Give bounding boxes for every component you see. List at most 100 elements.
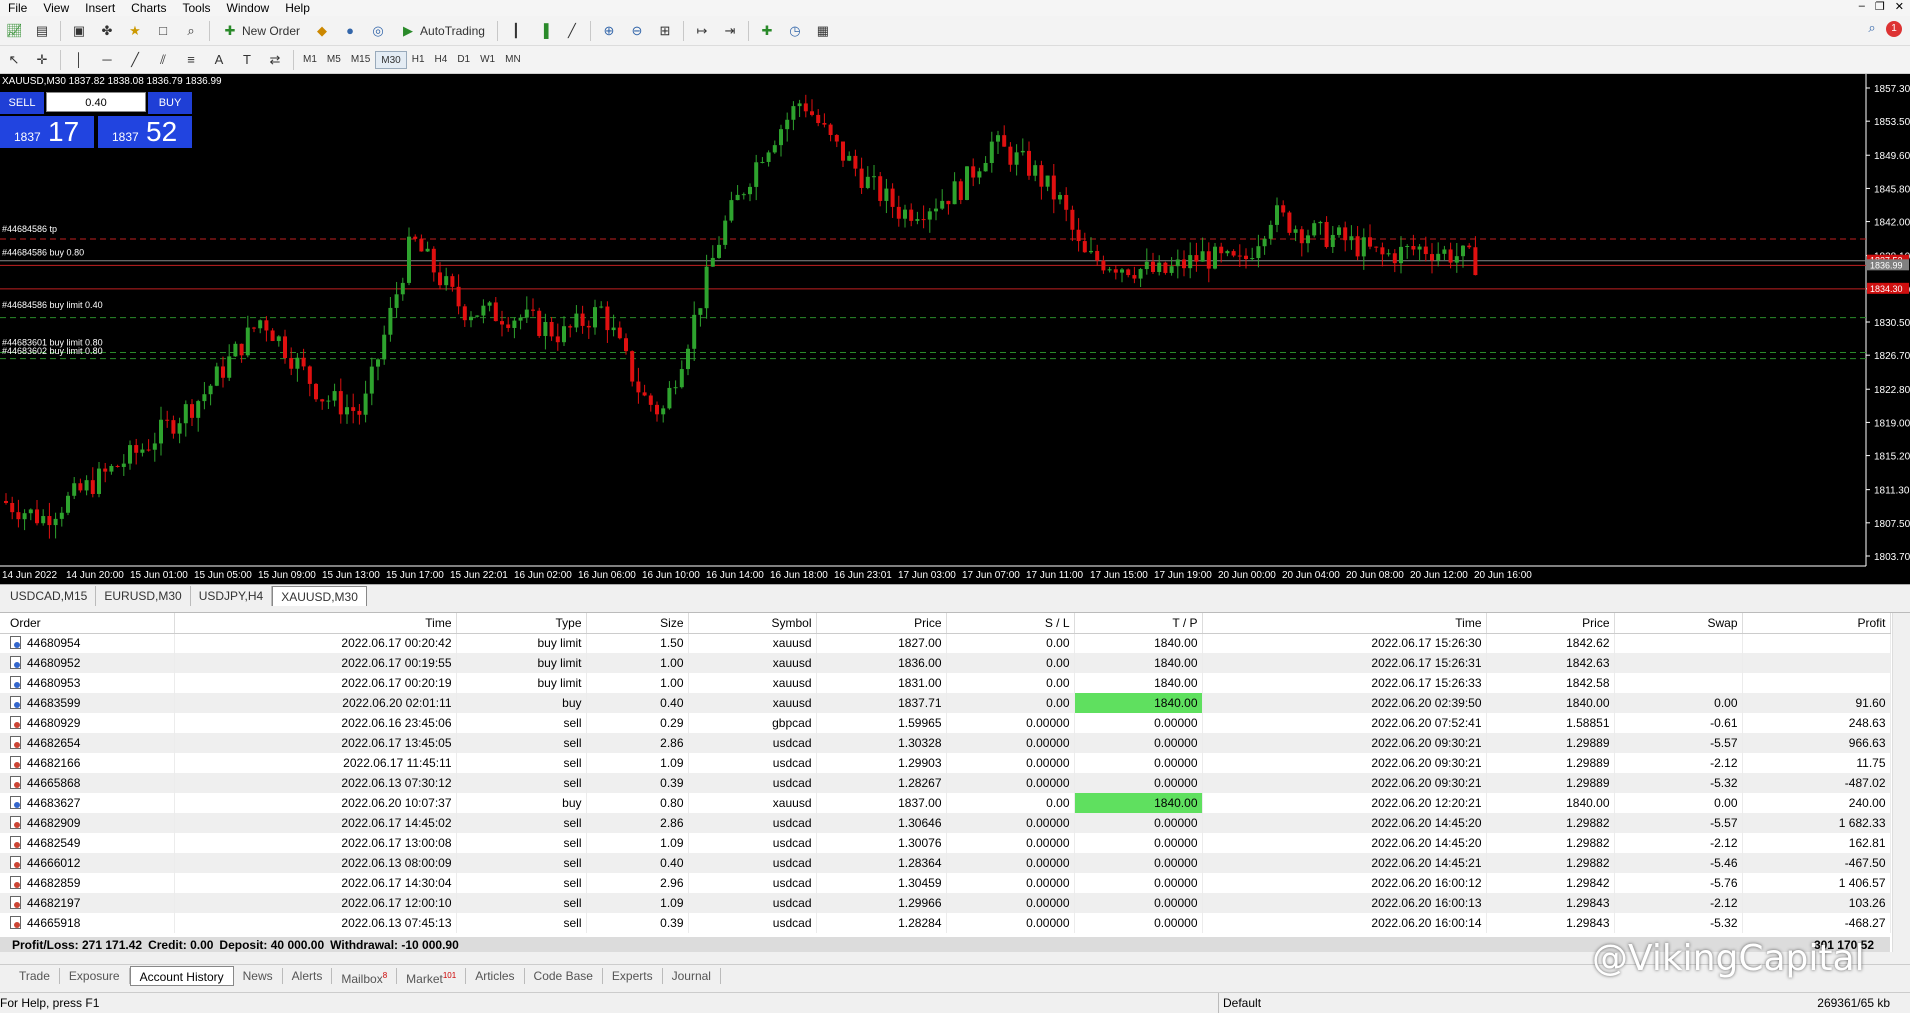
column-header[interactable]: Price bbox=[1486, 613, 1615, 634]
periods-icon[interactable]: ◷ bbox=[783, 20, 807, 42]
column-header[interactable]: Order bbox=[0, 613, 175, 634]
menu-charts[interactable]: Charts bbox=[123, 0, 174, 16]
timeframe-h4[interactable]: H4 bbox=[430, 51, 453, 69]
line-chart-icon[interactable]: ╱ bbox=[560, 20, 584, 42]
table-row[interactable]: 44682859 2022.06.17 14:30:04 sell 2.96 usdca… bbox=[0, 873, 1891, 893]
lot-size-input[interactable]: 0.40 bbox=[46, 92, 146, 112]
menu-view[interactable]: View bbox=[35, 0, 77, 16]
signals-icon[interactable]: ● bbox=[338, 20, 362, 42]
table-row[interactable]: 44682166 2022.06.17 11:45:11 sell 1.09 usdca… bbox=[0, 753, 1891, 773]
zoom-in-icon[interactable]: ⊕ bbox=[597, 20, 621, 42]
bid-price[interactable]: 1837 17 bbox=[0, 116, 94, 148]
column-header[interactable]: Profit bbox=[1742, 613, 1891, 634]
buy-button[interactable]: BUY bbox=[148, 92, 192, 114]
table-row[interactable]: 44680952 2022.06.17 00:19:55 buy limit 1.00… bbox=[0, 653, 1891, 673]
timeframe-w1[interactable]: W1 bbox=[475, 51, 500, 69]
chart-shift-icon[interactable]: ⇥ bbox=[718, 20, 742, 42]
fibonacci-icon[interactable]: ≡ bbox=[179, 49, 203, 71]
timeframe-mn[interactable]: MN bbox=[500, 51, 526, 69]
timeframe-d1[interactable]: D1 bbox=[452, 51, 475, 69]
table-row[interactable]: 44683599 2022.06.20 02:01:11 buy 0.40 xauusd… bbox=[0, 693, 1891, 713]
table-row[interactable]: 44683627 2022.06.20 10:07:37 buy 0.80 xauusd… bbox=[0, 793, 1891, 813]
price-chart[interactable]: 1857.301853.501849.601845.801842.001838.… bbox=[0, 74, 1910, 584]
chart-tab[interactable]: EURUSD,M30 bbox=[96, 586, 191, 606]
timeframe-m5[interactable]: M5 bbox=[322, 51, 346, 69]
ask-price[interactable]: 1837 52 bbox=[98, 116, 192, 148]
table-row[interactable]: 44682654 2022.06.17 13:45:05 sell 2.86 usdca… bbox=[0, 733, 1891, 753]
new-chart-icon[interactable]: 📈︎ bbox=[2, 20, 26, 42]
trendline-icon[interactable]: ╱ bbox=[123, 49, 147, 71]
column-header[interactable]: Swap bbox=[1614, 613, 1743, 634]
arrows-icon[interactable]: ⇄ bbox=[263, 49, 287, 71]
timeframe-m1[interactable]: M1 bbox=[298, 51, 322, 69]
column-header[interactable]: Size bbox=[586, 613, 689, 634]
column-header[interactable]: Type bbox=[456, 613, 587, 634]
terminal-tab-news[interactable]: News bbox=[234, 967, 283, 984]
market-watch-icon[interactable]: ▣ bbox=[67, 20, 91, 42]
column-header[interactable]: Time bbox=[174, 613, 457, 634]
timeframe-m30[interactable]: M30 bbox=[375, 50, 407, 69]
notifications-icon[interactable]: 1 bbox=[1886, 20, 1902, 37]
table-row[interactable]: 44665918 2022.06.13 07:45:13 sell 0.39 usdca… bbox=[0, 913, 1891, 933]
terminal-tab-journal[interactable]: Journal bbox=[663, 967, 721, 984]
strategy-tester-icon[interactable]: ⌕ bbox=[179, 20, 203, 42]
column-header[interactable]: Price bbox=[816, 613, 947, 634]
horizontal-line-icon[interactable]: ─ bbox=[95, 49, 119, 71]
indicators-icon[interactable]: ✚ bbox=[755, 20, 779, 42]
chart-tab[interactable]: USDJPY,H4 bbox=[191, 586, 273, 606]
new-order-button[interactable]: ✚ New Order bbox=[216, 20, 306, 42]
column-header[interactable]: Symbol bbox=[688, 613, 817, 634]
zoom-out-icon[interactable]: ⊖ bbox=[625, 20, 649, 42]
terminal-tab-account-history[interactable]: Account History bbox=[129, 965, 234, 986]
chart-tab[interactable]: XAUUSD,M30 bbox=[272, 586, 367, 606]
column-header[interactable]: S / L bbox=[946, 613, 1075, 634]
autotrading-button[interactable]: ▶ AutoTrading bbox=[394, 20, 491, 42]
terminal-tab-articles[interactable]: Articles bbox=[466, 967, 525, 984]
candlesticks-icon[interactable]: ▐ bbox=[532, 20, 556, 42]
data-window-icon[interactable]: ✤ bbox=[95, 20, 119, 42]
vertical-line-icon[interactable]: │ bbox=[67, 49, 91, 71]
navigator-icon[interactable]: ★ bbox=[123, 20, 147, 42]
column-header[interactable]: T / P bbox=[1074, 613, 1203, 634]
column-header[interactable]: Time bbox=[1202, 613, 1487, 634]
terminal-tab-exposure[interactable]: Exposure bbox=[60, 967, 130, 984]
table-row[interactable]: 44682197 2022.06.17 12:00:10 sell 1.09 usdca… bbox=[0, 893, 1891, 913]
terminal-tab-alerts[interactable]: Alerts bbox=[283, 967, 333, 984]
terminal-tab-market[interactable]: Market101 bbox=[397, 967, 467, 986]
crosshair-icon[interactable]: ✛ bbox=[30, 49, 54, 71]
table-row[interactable]: 44680929 2022.06.16 23:45:06 sell 0.29 gbpca… bbox=[0, 713, 1891, 733]
menu-window[interactable]: Window bbox=[219, 0, 278, 16]
timeframe-m15[interactable]: M15 bbox=[346, 51, 375, 69]
timeframe-h1[interactable]: H1 bbox=[407, 51, 430, 69]
cursor-icon[interactable]: ↖ bbox=[2, 49, 26, 71]
text-label-icon[interactable]: T bbox=[235, 49, 259, 71]
metaeditor-icon[interactable]: ◆ bbox=[310, 20, 334, 42]
table-row[interactable]: 44680953 2022.06.17 00:20:19 buy limit 1.00… bbox=[0, 673, 1891, 693]
sell-button[interactable]: SELL bbox=[0, 92, 44, 114]
templates-icon[interactable]: ▦ bbox=[811, 20, 835, 42]
channel-icon[interactable]: ⫽ bbox=[151, 49, 175, 71]
menu-help[interactable]: Help bbox=[277, 0, 318, 16]
bar-chart-icon[interactable]: ┃ bbox=[504, 20, 528, 42]
restore-icon[interactable]: ❐ bbox=[1875, 0, 1885, 13]
table-row[interactable]: 44682549 2022.06.17 13:00:08 sell 1.09 usdca… bbox=[0, 833, 1891, 853]
terminal-icon[interactable]: □ bbox=[151, 20, 175, 42]
table-row[interactable]: 44682909 2022.06.17 14:45:02 sell 2.86 usdca… bbox=[0, 813, 1891, 833]
menu-insert[interactable]: Insert bbox=[77, 0, 123, 16]
table-row[interactable]: 44680954 2022.06.17 00:20:42 buy limit 1.50… bbox=[0, 633, 1891, 653]
terminal-tab-experts[interactable]: Experts bbox=[603, 967, 663, 984]
chart-tab[interactable]: USDCAD,M15 bbox=[2, 586, 97, 606]
vertical-scrollbar[interactable] bbox=[1892, 613, 1910, 952]
terminal-tab-code-base[interactable]: Code Base bbox=[525, 967, 603, 984]
terminal-tab-trade[interactable]: Trade bbox=[10, 967, 60, 984]
search-icon[interactable]: ⌕ bbox=[1864, 20, 1880, 36]
table-row[interactable]: 44665868 2022.06.13 07:30:12 sell 0.39 usdca… bbox=[0, 773, 1891, 793]
market-icon[interactable]: ◎ bbox=[366, 20, 390, 42]
profiles-icon[interactable]: ▤ bbox=[30, 20, 54, 42]
minimize-icon[interactable]: – bbox=[1859, 0, 1865, 13]
tile-windows-icon[interactable]: ⊞ bbox=[653, 20, 677, 42]
terminal-tab-mailbox[interactable]: Mailbox8 bbox=[332, 967, 398, 986]
table-row[interactable]: 44666012 2022.06.13 08:00:09 sell 0.40 usdca… bbox=[0, 853, 1891, 873]
close-icon[interactable]: ✕ bbox=[1895, 0, 1904, 13]
menu-file[interactable]: File bbox=[0, 0, 35, 16]
